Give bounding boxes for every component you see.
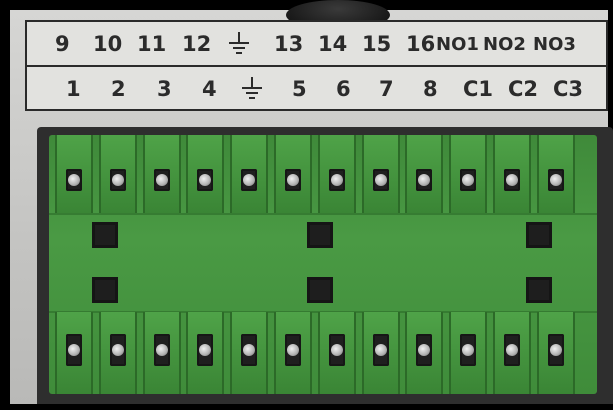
terminal-tooth <box>405 312 444 394</box>
screw-icon <box>374 174 387 186</box>
terminal-tooth <box>536 312 575 394</box>
terminal-tooth <box>493 135 531 213</box>
label-2: 2 <box>111 77 126 101</box>
label-12: 12 <box>182 32 212 56</box>
terminal-label-strip: 9 10 11 12 13 14 15 16 NO1 NO2 NO3 1 2 3… <box>25 20 608 111</box>
label-6: 6 <box>336 77 351 101</box>
terminal-tooth <box>274 312 312 394</box>
terminal-tooth <box>142 312 181 394</box>
terminal-tooth <box>317 312 356 394</box>
label-15: 15 <box>362 32 392 56</box>
label-7: 7 <box>379 77 394 101</box>
screw-icon <box>506 174 518 186</box>
screw-icon <box>287 174 299 186</box>
screw-icon <box>111 344 124 356</box>
mounting-hole <box>92 222 118 248</box>
terminal-tooth <box>274 135 312 213</box>
terminal-tooth <box>55 135 93 213</box>
screw-icon <box>330 344 343 356</box>
terminal-tooth <box>98 312 137 394</box>
label-c2: C2 <box>508 77 539 101</box>
terminal-tooth <box>361 135 400 213</box>
terminal-tooth <box>230 135 269 213</box>
label-4: 4 <box>202 77 217 101</box>
mounting-hole <box>307 277 333 303</box>
screw-icon <box>549 344 562 356</box>
label-11: 11 <box>137 32 167 56</box>
terminal-tooth <box>186 312 225 394</box>
screw-icon <box>68 344 80 356</box>
label-14: 14 <box>318 32 348 56</box>
label-5: 5 <box>292 77 307 101</box>
bottom-terminal-row <box>49 312 597 394</box>
terminal-tooth <box>405 135 444 213</box>
label-3: 3 <box>157 77 172 101</box>
label-divider <box>27 65 606 67</box>
label-8: 8 <box>423 77 438 101</box>
terminal-tooth <box>55 312 93 394</box>
label-no1: NO1 <box>436 34 479 55</box>
terminal-tooth <box>317 135 356 213</box>
label-1: 1 <box>66 77 81 101</box>
screw-icon <box>111 174 124 186</box>
label-9: 9 <box>55 32 70 56</box>
ground-icon <box>229 32 249 56</box>
label-10: 10 <box>93 32 123 56</box>
block-seam-top <box>49 213 597 215</box>
mounting-hole <box>526 222 552 248</box>
ground-icon <box>242 77 262 101</box>
terminal-tooth <box>98 135 137 213</box>
mounting-hole <box>307 222 333 248</box>
label-c1: C1 <box>463 77 494 101</box>
terminal-tooth <box>493 312 531 394</box>
top-terminal-row <box>49 135 597 213</box>
screw-icon <box>506 344 518 356</box>
terminal-tooth <box>230 312 269 394</box>
screw-icon <box>155 344 168 356</box>
mounting-hole <box>92 277 118 303</box>
terminal-tooth <box>449 135 488 213</box>
label-16: 16 <box>406 32 436 56</box>
terminal-tooth <box>142 135 181 213</box>
label-no2: NO2 <box>483 34 526 55</box>
photo-frame: 9 10 11 12 13 14 15 16 NO1 NO2 NO3 1 2 3… <box>0 0 613 410</box>
terminal-tooth <box>449 312 488 394</box>
screw-icon <box>549 174 562 186</box>
label-13: 13 <box>274 32 304 56</box>
terminal-tooth <box>361 312 400 394</box>
terminal-tooth <box>536 135 575 213</box>
label-c3: C3 <box>553 77 584 101</box>
label-no3: NO3 <box>533 34 576 55</box>
screw-icon <box>68 174 80 186</box>
screw-icon <box>330 174 343 186</box>
screw-icon <box>287 344 299 356</box>
terminal-block <box>49 135 597 394</box>
screw-icon <box>374 344 387 356</box>
terminal-tooth <box>186 135 225 213</box>
mounting-hole <box>526 277 552 303</box>
screw-icon <box>155 174 168 186</box>
